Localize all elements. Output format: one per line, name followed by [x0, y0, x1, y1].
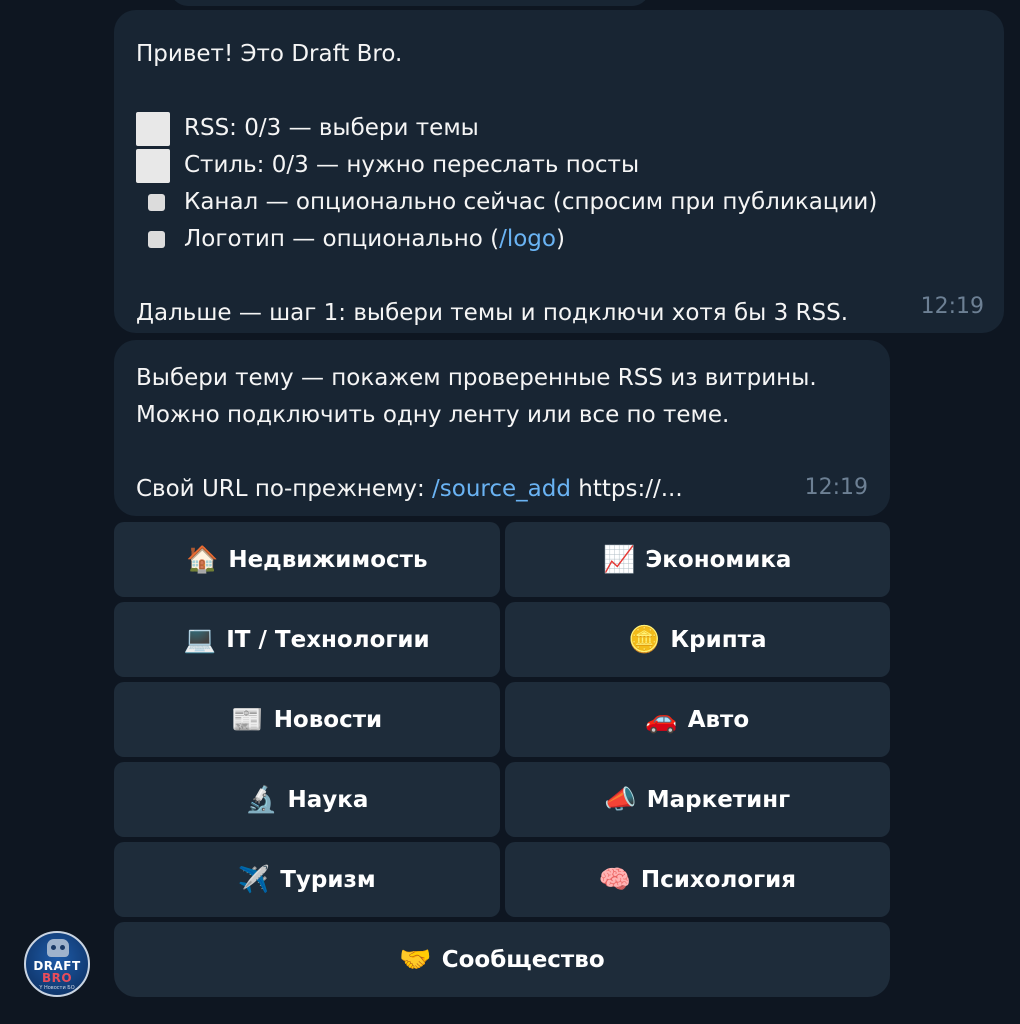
- avatar-tagline: Y Новости БО: [39, 985, 75, 991]
- microscope-icon: 🔬: [245, 784, 278, 815]
- checklist-item-style: Стиль: 0/3 — нужно переслать посты: [136, 147, 982, 184]
- checklist-item-logo: Логотип — опционально (/logo): [136, 221, 982, 258]
- topic-button-news[interactable]: 📰 Новости: [114, 682, 500, 757]
- topic-hint-text: Можно подключить одну ленту или все по т…: [136, 402, 730, 428]
- house-icon: 🏠: [185, 544, 219, 575]
- source-add-command-link[interactable]: /source_add: [432, 476, 571, 502]
- message-bubble-status: Привет! Это Draft Bro. RSS: 0/3 — выбери…: [114, 10, 1004, 333]
- topic-intro-text: Выбери тему — покажем проверенные RSS из…: [136, 365, 817, 391]
- message-bubble-choose-topic: Выбери тему — покажем проверенные RSS из…: [114, 340, 890, 516]
- airplane-icon: ✈️: [237, 864, 271, 895]
- inline-keyboard: 🏠 Недвижимость 📈 Экономика 💻 IT / Технологи…: [114, 522, 890, 1002]
- message-timestamp: 12:19: [804, 475, 868, 500]
- empty-checkbox-icon: [136, 111, 170, 146]
- brain-icon: 🧠: [598, 864, 631, 895]
- bot-avatar[interactable]: DRAFT BRO Y Новости БО: [24, 931, 90, 997]
- laptop-icon: 💻: [183, 624, 217, 655]
- avatar-logo-text-accent: BRO: [41, 971, 73, 985]
- topic-button-economy[interactable]: 📈 Экономика: [504, 522, 890, 597]
- previous-message-bubble: [170, 0, 650, 6]
- handshake-icon: 🤝: [399, 944, 432, 975]
- topic-button-real-estate[interactable]: 🏠 Недвижимость: [114, 522, 500, 597]
- topic-button-tourism[interactable]: ✈️ Туризм: [114, 842, 500, 917]
- topic-button-science[interactable]: 🔬 Наука: [114, 762, 500, 837]
- checklist-item-channel: Канал — опционально сейчас (спросим при …: [136, 184, 982, 221]
- square-bullet-icon: [148, 194, 165, 211]
- robot-icon: [47, 939, 69, 957]
- car-icon: 🚗: [645, 704, 678, 735]
- topic-button-auto[interactable]: 🚗 Авто: [504, 682, 890, 757]
- checklist-item-rss: RSS: 0/3 — выбери темы: [136, 110, 982, 147]
- greeting-text: Привет! Это Draft Bro.: [136, 41, 403, 67]
- topic-button-community[interactable]: 🤝 Сообщество: [114, 922, 890, 997]
- custom-url-text: Свой URL по-прежнему: /source_add https:…: [136, 476, 683, 502]
- logo-command-link[interactable]: /logo: [499, 221, 556, 258]
- topic-button-it[interactable]: 💻 IT / Технологии: [114, 602, 500, 677]
- empty-checkbox-icon: [136, 148, 170, 183]
- topic-button-crypto[interactable]: 🪙 Крипта: [504, 602, 890, 677]
- topic-button-psychology[interactable]: 🧠 Психология: [504, 842, 890, 917]
- chart-up-icon: 📈: [603, 544, 636, 575]
- megaphone-icon: 📣: [604, 784, 637, 815]
- newspaper-icon: 📰: [231, 704, 264, 735]
- next-step-text: Дальше — шаг 1: выбери темы и подключи х…: [136, 300, 849, 326]
- square-bullet-icon: [148, 231, 165, 248]
- message-timestamp: 12:19: [920, 294, 984, 319]
- coin-icon: 🪙: [628, 624, 661, 655]
- topic-button-marketing[interactable]: 📣 Маркетинг: [504, 762, 890, 837]
